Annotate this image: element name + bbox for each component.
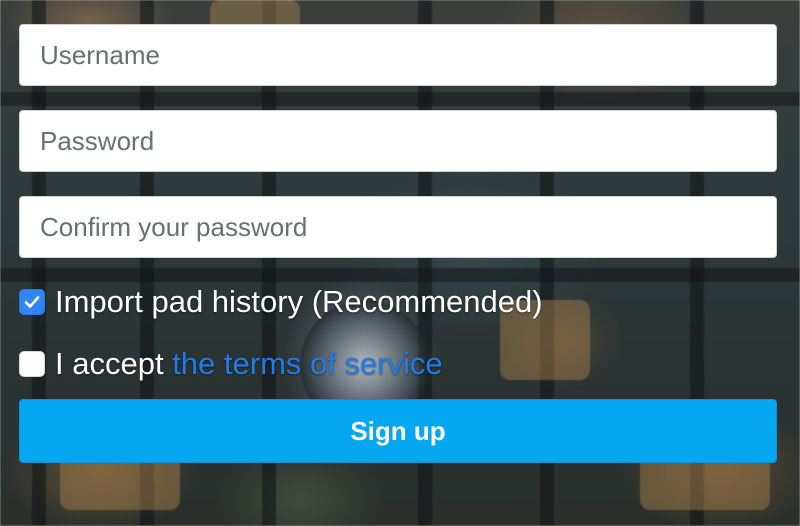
signup-form: Import pad history (Recommended) I accep…: [19, 24, 777, 463]
confirm-password-input[interactable]: [19, 196, 777, 258]
password-input[interactable]: [19, 110, 777, 172]
import-history-checkbox[interactable]: [19, 289, 45, 315]
sign-up-button[interactable]: Sign up: [19, 399, 777, 463]
accept-terms-checkbox[interactable]: [19, 351, 45, 377]
import-history-label[interactable]: Import pad history (Recommended): [55, 284, 543, 320]
import-history-row: Import pad history (Recommended): [19, 282, 777, 322]
accept-terms-label: I accept the terms of service: [55, 346, 443, 382]
checkmark-icon: [24, 296, 40, 308]
accept-terms-prefix: I accept: [55, 346, 173, 381]
username-input[interactable]: [19, 24, 777, 86]
accept-terms-row: I accept the terms of service: [19, 344, 777, 384]
terms-of-service-link[interactable]: the terms of service: [172, 346, 442, 381]
